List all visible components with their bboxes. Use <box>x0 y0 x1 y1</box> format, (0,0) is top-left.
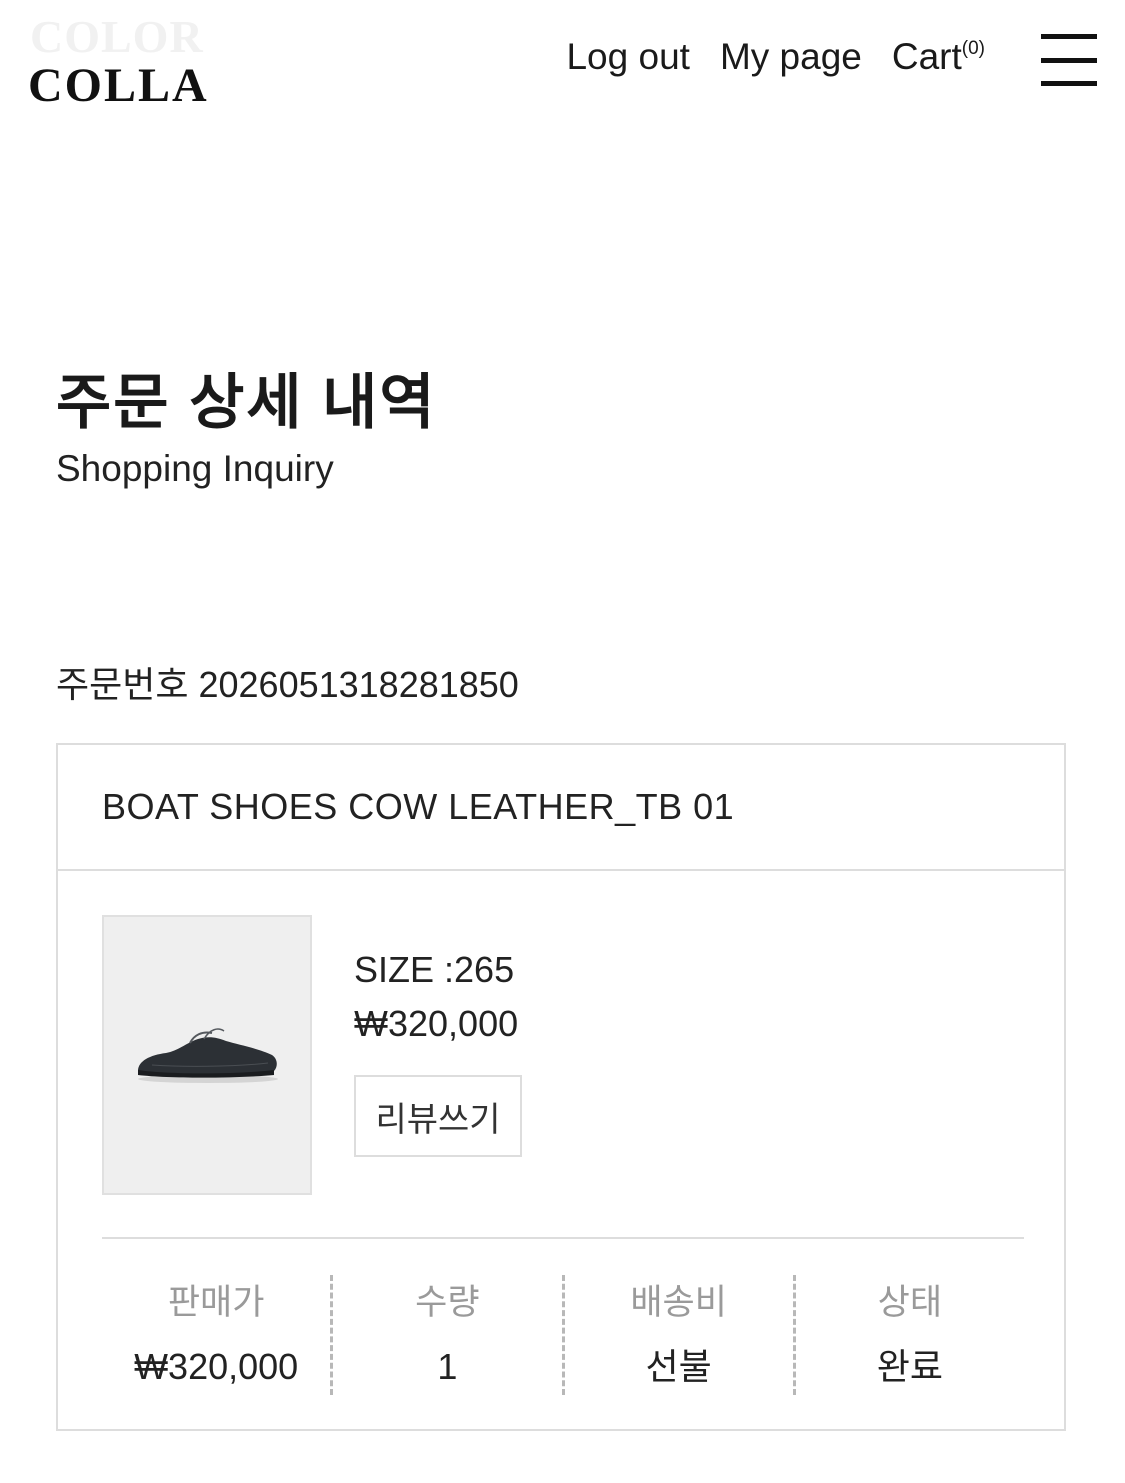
product-name: BOAT SHOES COW LEATHER_TB 01 <box>102 786 735 827</box>
logout-link[interactable]: Log out <box>566 36 689 78</box>
logo-text: COLLA <box>28 59 209 112</box>
card-divider <box>102 1237 1024 1239</box>
summary-label: 상태 <box>877 1283 943 1323</box>
product-size: SIZE :265 <box>354 949 515 990</box>
summary-status: 상태 완료 <box>796 1275 1024 1395</box>
order-item-header: BOAT SHOES COW LEATHER_TB 01 <box>58 745 1064 871</box>
cart-label: Cart <box>891 36 962 77</box>
summary-value: 1 <box>437 1346 458 1387</box>
summary-sale-price: 판매가 ₩320,000 <box>102 1275 334 1395</box>
product-thumbnail[interactable] <box>102 915 312 1195</box>
summary-value: 선불 <box>645 1346 712 1387</box>
summary-value: ₩320,000 <box>134 1346 299 1387</box>
hamburger-bar <box>1041 57 1097 63</box>
summary-value: 완료 <box>876 1346 943 1387</box>
summary-shipping-fee: 배송비 선불 <box>565 1275 796 1395</box>
cart-link[interactable]: Cart(0) <box>892 36 985 78</box>
summary-label: 배송비 <box>630 1283 727 1323</box>
logo-ghost-text: COLOR <box>30 11 204 62</box>
brand-logo[interactable]: COLOR COLLA <box>28 14 228 110</box>
summary-label: 판매가 <box>167 1283 265 1323</box>
cart-count: (0) <box>961 38 985 59</box>
product-price: ₩320,000 <box>354 1003 519 1044</box>
hamburger-bar <box>1041 81 1097 86</box>
hamburger-bar <box>1041 34 1097 39</box>
summary-label: 수량 <box>415 1283 480 1323</box>
write-review-button[interactable]: 리뷰쓰기 <box>354 1075 522 1157</box>
order-item-card: BOAT SHOES COW LEATHER_TB 01 SIZE :265 ₩… <box>56 743 1066 1431</box>
page-subtitle: Shopping Inquiry <box>56 448 334 489</box>
page-title: 주문 상세 내역 <box>56 369 437 436</box>
boat-shoe-image <box>138 1028 278 1083</box>
mypage-link[interactable]: My page <box>720 36 862 78</box>
hamburger-menu-icon[interactable] <box>1041 34 1097 86</box>
order-summary: 판매가 ₩320,000 수량 1 배송비 선불 상태 완료 <box>102 1275 1024 1395</box>
order-number: 주문번호 2026051318281850 <box>56 664 519 705</box>
top-nav: Log out My page Cart(0) <box>566 36 985 78</box>
summary-quantity: 수량 1 <box>333 1275 565 1395</box>
